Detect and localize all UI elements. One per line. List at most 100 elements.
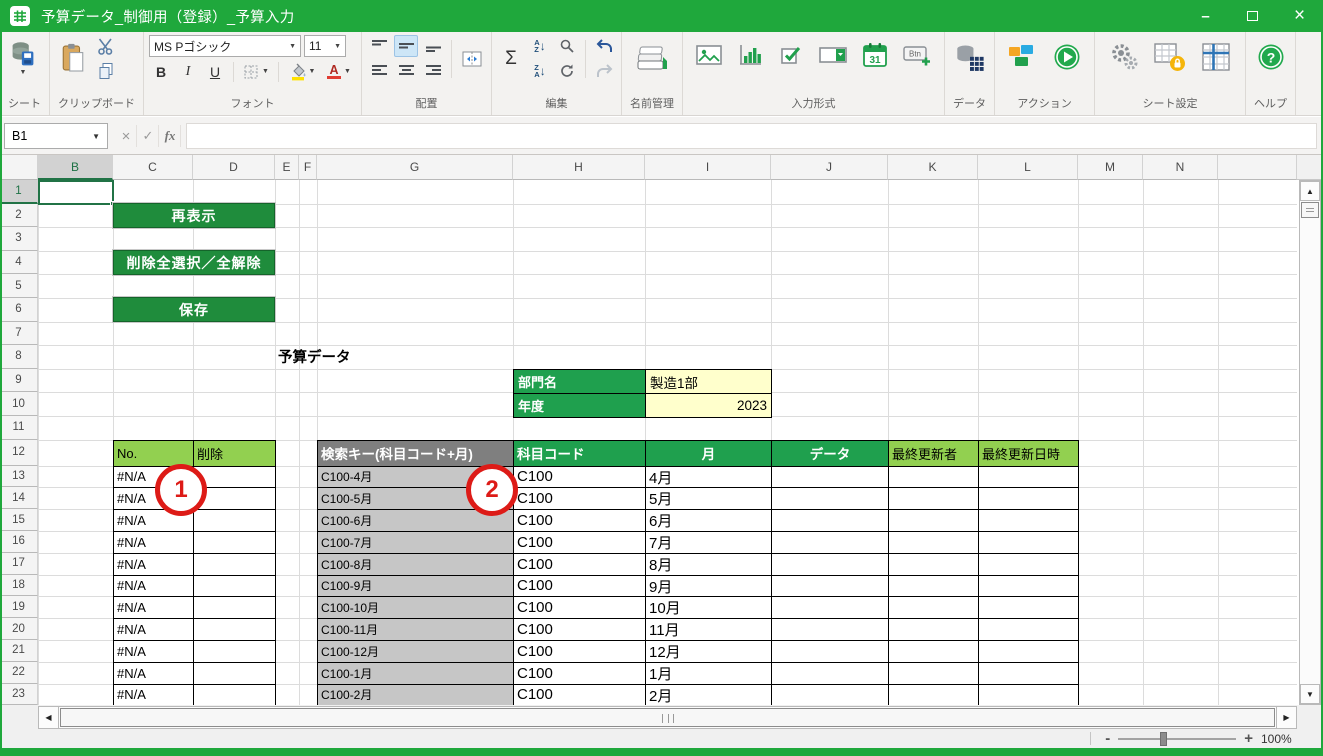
align-middle-button[interactable] — [394, 35, 418, 57]
vertical-scrollbar-thumb[interactable] — [1301, 202, 1319, 218]
run-button[interactable] — [1049, 39, 1085, 75]
table-cell-updater-row19[interactable] — [888, 596, 979, 619]
table-cell-month-row15[interactable]: 6月 — [645, 509, 772, 532]
table-cell-key-row21[interactable]: C100-12月 — [317, 640, 514, 663]
row-header-1[interactable]: 1 — [0, 180, 38, 204]
sort-descending-button[interactable]: ZA↓ — [528, 60, 552, 82]
row-header-16[interactable]: 16 — [0, 531, 38, 553]
table-cell-updater-row17[interactable] — [888, 553, 979, 576]
table-cell-updated-row15[interactable] — [978, 509, 1079, 532]
scroll-up-button[interactable]: ▲ — [1300, 181, 1320, 201]
table-header-updater[interactable]: 最終更新者 — [888, 440, 979, 467]
formula-input[interactable] — [186, 123, 1317, 149]
column-header-D[interactable]: D — [193, 155, 275, 180]
table-cell-delete-row17[interactable] — [193, 553, 276, 576]
row-header-19[interactable]: 19 — [0, 596, 38, 618]
redo-button[interactable] — [592, 60, 616, 82]
borders-button[interactable]: ▼ — [240, 61, 272, 83]
column-header-J[interactable]: J — [771, 155, 888, 180]
insert-function-button[interactable]: fx — [160, 125, 181, 147]
fill-color-button[interactable]: ▼ — [285, 61, 319, 83]
font-name-select[interactable]: MS Pゴシック ▼ — [149, 35, 301, 57]
table-cell-no-row20[interactable]: #N/A — [113, 618, 194, 641]
table-cell-delete-row18[interactable] — [193, 575, 276, 598]
table-cell-no-row23[interactable]: #N/A — [113, 684, 194, 705]
table-cell-month-row23[interactable]: 2月 — [645, 684, 772, 705]
table-cell-code-row16[interactable]: C100 — [513, 531, 646, 554]
confirm-entry-button[interactable]: ✓ — [138, 125, 159, 147]
table-cell-code-row13[interactable]: C100 — [513, 466, 646, 489]
table-cell-key-row23[interactable]: C100-2月 — [317, 684, 514, 705]
table-cell-delete-row20[interactable] — [193, 618, 276, 641]
table-cell-code-row20[interactable]: C100 — [513, 618, 646, 641]
table-cell-delete-row15[interactable] — [193, 509, 276, 532]
cut-button[interactable] — [94, 35, 118, 57]
bold-button[interactable]: B — [149, 61, 173, 83]
table-cell-updated-row20[interactable] — [978, 618, 1079, 641]
column-header-L[interactable]: L — [978, 155, 1078, 180]
align-left-button[interactable] — [367, 60, 391, 82]
table-cell-key-row20[interactable]: C100-11月 — [317, 618, 514, 641]
table-cell-updated-row16[interactable] — [978, 531, 1079, 554]
table-cell-updated-row23[interactable] — [978, 684, 1079, 705]
table-cell-code-row18[interactable]: C100 — [513, 575, 646, 598]
table-cell-updater-row18[interactable] — [888, 575, 979, 598]
column-header-K[interactable]: K — [888, 155, 978, 180]
scroll-right-button[interactable]: ▶ — [1276, 707, 1296, 728]
select-all-corner[interactable] — [0, 155, 38, 180]
fiscal-year-value-cell[interactable]: 2023 — [645, 393, 772, 418]
align-center-button[interactable] — [394, 60, 418, 82]
table-cell-no-row21[interactable]: #N/A — [113, 640, 194, 663]
table-cell-data-row13[interactable] — [771, 466, 889, 489]
horizontal-scrollbar-thumb[interactable] — [60, 708, 1275, 727]
column-header-M[interactable]: M — [1078, 155, 1143, 180]
table-cell-no-row18[interactable]: #N/A — [113, 575, 194, 598]
table-cell-updater-row16[interactable] — [888, 531, 979, 554]
insert-chart-button[interactable] — [735, 41, 765, 69]
row-header-14[interactable]: 14 — [0, 487, 38, 509]
table-cell-delete-row19[interactable] — [193, 596, 276, 619]
row-header-8[interactable]: 8 — [0, 345, 38, 369]
table-cell-updater-row15[interactable] — [888, 509, 979, 532]
row-header-20[interactable]: 20 — [0, 618, 38, 640]
table-cell-updated-row14[interactable] — [978, 487, 1079, 510]
zoom-slider[interactable] — [1118, 732, 1236, 746]
insert-date-button[interactable]: 31 — [860, 41, 890, 69]
table-header-no[interactable]: No. — [113, 440, 194, 467]
table-cell-updater-row13[interactable] — [888, 466, 979, 489]
table-cell-data-row22[interactable] — [771, 662, 889, 685]
table-cell-code-row21[interactable]: C100 — [513, 640, 646, 663]
table-cell-key-row17[interactable]: C100-8月 — [317, 553, 514, 576]
table-cell-data-row15[interactable] — [771, 509, 889, 532]
table-header-data[interactable]: データ — [771, 440, 889, 467]
column-header-B[interactable]: B — [38, 155, 113, 180]
help-button[interactable]: ? — [1253, 39, 1289, 75]
table-cell-no-row22[interactable]: #N/A — [113, 662, 194, 685]
underline-button[interactable]: U — [203, 61, 227, 83]
scroll-down-button[interactable]: ▼ — [1300, 684, 1320, 704]
row-header-10[interactable]: 10 — [0, 392, 38, 416]
align-bottom-button[interactable] — [421, 35, 445, 57]
maximize-button[interactable] — [1229, 0, 1276, 32]
sort-ascending-button[interactable]: AZ↓ — [528, 35, 552, 57]
table-header-month[interactable]: 月 — [645, 440, 772, 467]
cancel-entry-button[interactable]: × — [116, 125, 137, 147]
table-cell-updated-row19[interactable] — [978, 596, 1079, 619]
table-cell-month-row16[interactable]: 7月 — [645, 531, 772, 554]
table-cell-data-row18[interactable] — [771, 575, 889, 598]
column-header-blank[interactable] — [1218, 155, 1297, 180]
department-value-cell[interactable]: 製造1部 — [645, 369, 772, 394]
row-header-21[interactable]: 21 — [0, 640, 38, 662]
table-cell-month-row17[interactable]: 8月 — [645, 553, 772, 576]
table-header-updated[interactable]: 最終更新日時 — [978, 440, 1079, 467]
align-top-button[interactable] — [367, 35, 391, 57]
row-header-17[interactable]: 17 — [0, 553, 38, 575]
table-cell-data-row17[interactable] — [771, 553, 889, 576]
minimize-button[interactable]: – — [1182, 0, 1229, 32]
insert-combobox-button[interactable] — [817, 41, 849, 69]
column-header-H[interactable]: H — [513, 155, 645, 180]
vertical-scrollbar[interactable]: ▲ ▼ — [1299, 180, 1321, 705]
table-cell-data-row16[interactable] — [771, 531, 889, 554]
table-cell-month-row13[interactable]: 4月 — [645, 466, 772, 489]
table-cell-updater-row22[interactable] — [888, 662, 979, 685]
